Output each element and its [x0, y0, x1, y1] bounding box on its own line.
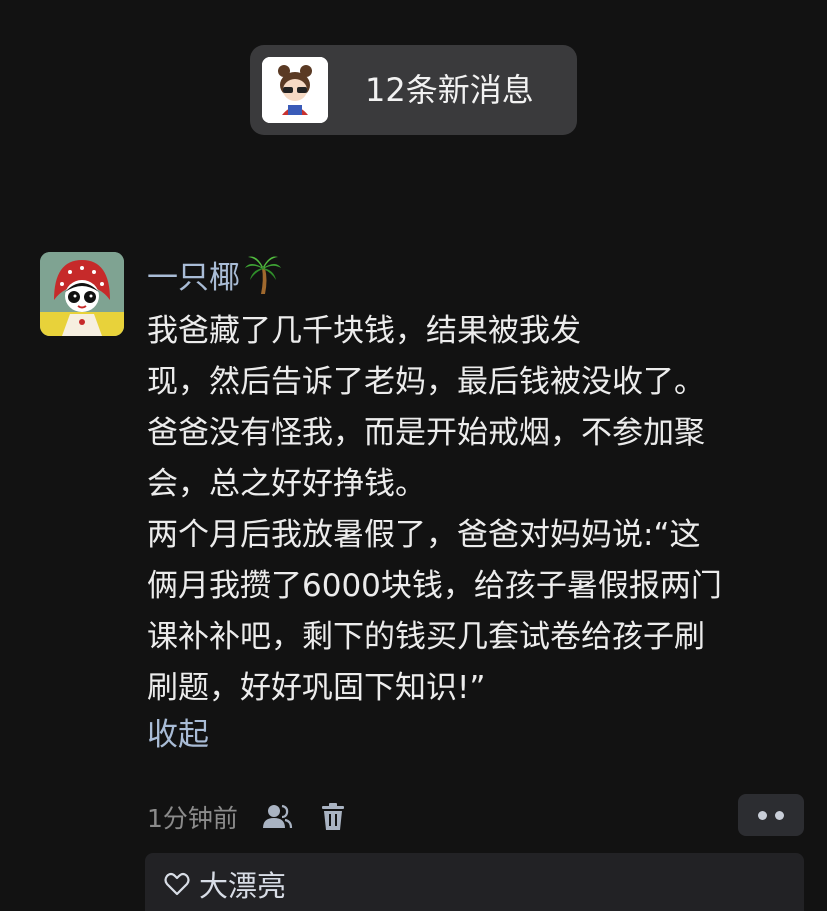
palm-tree-icon — [244, 254, 282, 294]
username[interactable]: 一只椰 — [147, 254, 282, 299]
sender-avatar-thumbnail — [262, 57, 328, 123]
comment-line: 现，然后告诉了老妈，最后钱被没收了。 — [147, 364, 705, 400]
new-messages-notification[interactable]: 12条新消息 — [250, 45, 577, 135]
more-dot-icon — [758, 811, 767, 820]
likes-bar[interactable]: 大漂亮 — [145, 853, 804, 911]
liker-name: 大漂亮 — [199, 869, 287, 903]
chat-thread: 12条新消息 一只椰 我爸藏了几千块钱，结果被我发 现，然后告诉了老妈，最后钱被… — [0, 0, 827, 911]
avatar[interactable] — [40, 252, 124, 336]
delete-icon[interactable] — [316, 800, 350, 834]
comment-line: 会，总之好好挣钱。 — [147, 466, 426, 502]
more-options-button[interactable] — [738, 794, 804, 836]
comment-line: 爸爸没有怪我，而是开始戒烟，不参加聚 — [147, 415, 705, 451]
username-text: 一只椰 — [147, 260, 240, 296]
mention-user-icon[interactable] — [260, 800, 294, 834]
comment-line: 课补补吧，剩下的钱买几套试卷给孩子刷 — [147, 619, 705, 655]
timestamp: 1分钟前 — [147, 804, 238, 833]
comment-line: 刷题，好好巩固下知识!” — [147, 670, 486, 706]
more-dot-icon — [775, 811, 784, 820]
comment-body: 我爸藏了几千块钱，结果被我发 现，然后告诉了老妈，最后钱被没收了。 爸爸没有怪我… — [147, 306, 807, 714]
comment-line: 俩月我攒了6000块钱，给孩子暑假报两门 — [147, 568, 722, 604]
heart-icon — [164, 872, 190, 896]
comment-line: 两个月后我放暑假了，爸爸对妈妈说:“这 — [147, 517, 701, 553]
comment-meta: 1分钟前 — [147, 797, 350, 837]
comment-line: 我爸藏了几千块钱，结果被我发 — [147, 313, 581, 349]
new-messages-label: 12条新消息 — [365, 71, 534, 109]
collapse-link[interactable]: 收起 — [147, 712, 209, 758]
